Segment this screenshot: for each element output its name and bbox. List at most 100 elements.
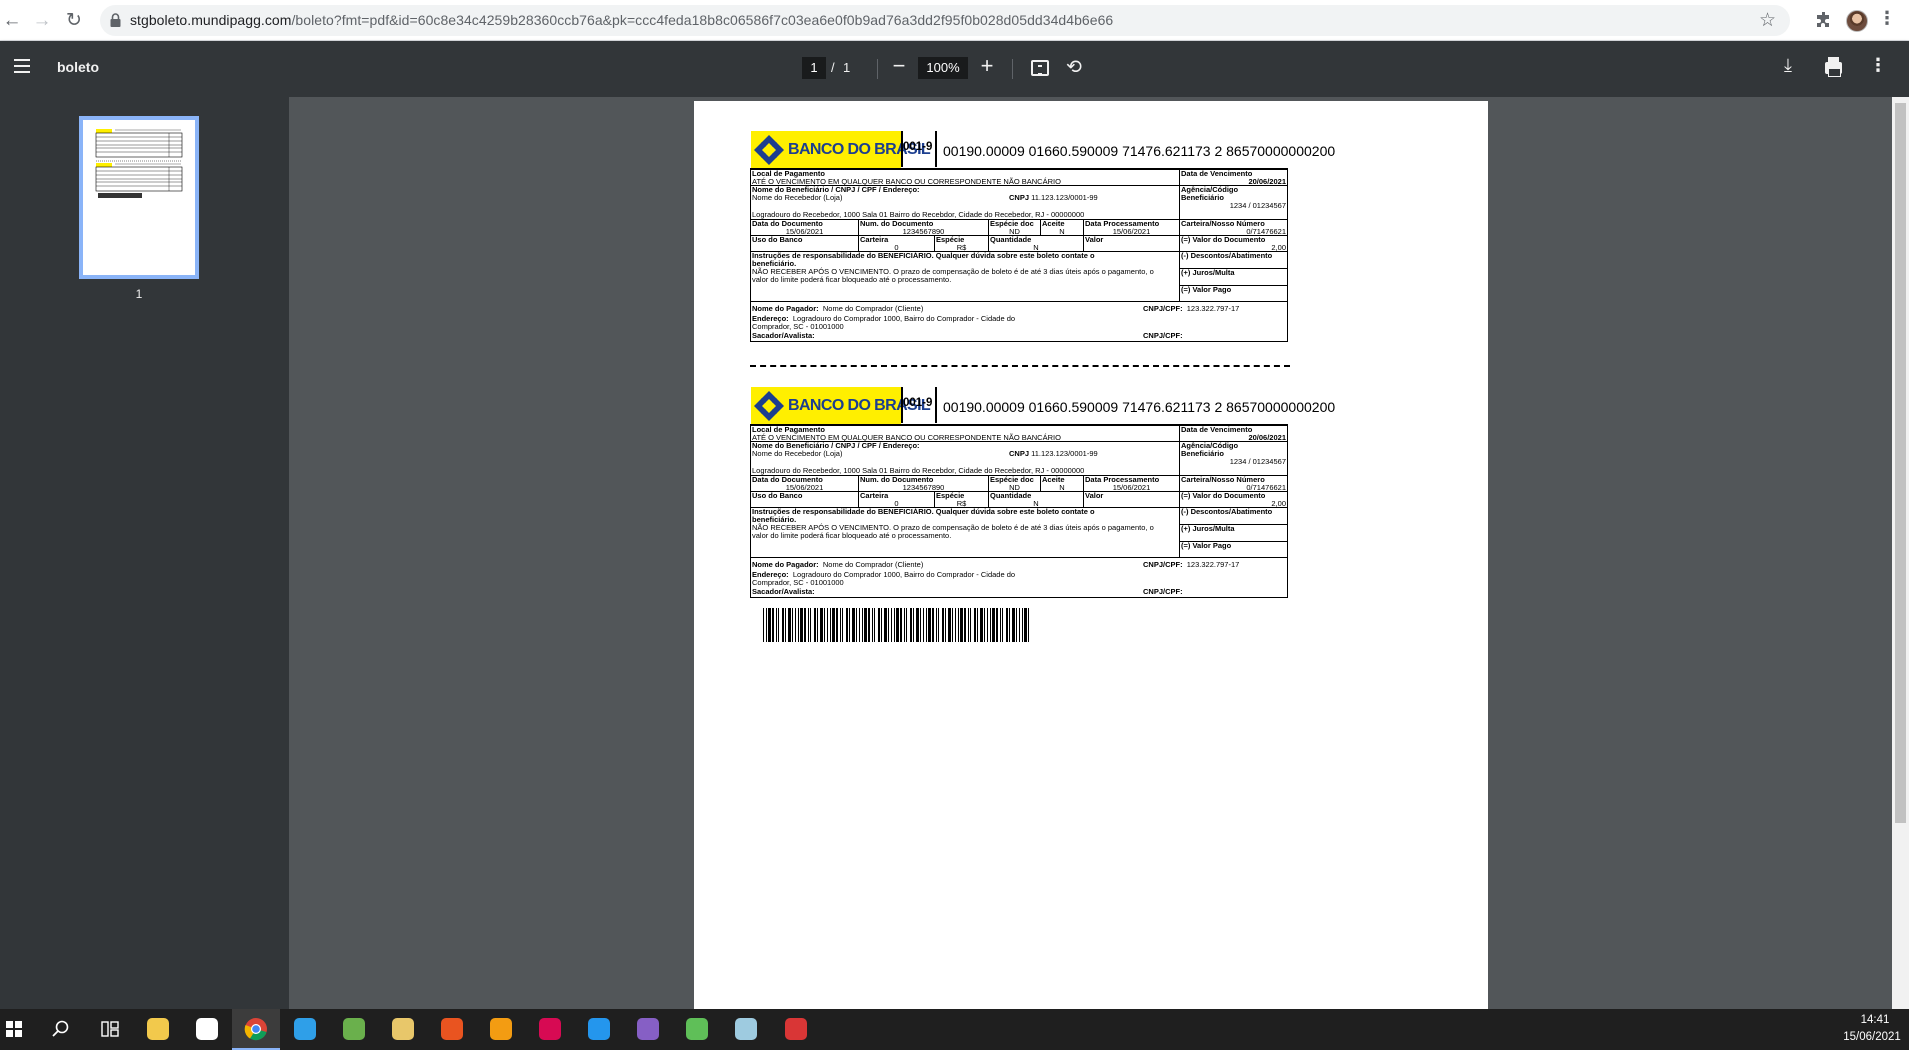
clock-time[interactable]: 14:41 bbox=[1849, 1014, 1901, 1026]
app-red-icon[interactable] bbox=[772, 1009, 820, 1050]
data-processamento-cell: Data Processamento 15/06/2021 bbox=[1084, 220, 1180, 236]
aceite-cell: Aceite N bbox=[1041, 220, 1084, 236]
zoom-out-button[interactable]: − bbox=[890, 53, 908, 79]
vencimento-cell: Data de Vencimento 20/06/2021 bbox=[1180, 170, 1287, 186]
page-count: 1 bbox=[843, 60, 851, 75]
valor-pago-cell: (=) Valor Pago bbox=[1180, 286, 1287, 302]
barcode-bar bbox=[1016, 608, 1017, 642]
file-explorer-icon[interactable] bbox=[134, 1009, 182, 1050]
download-icon[interactable]: ⤓ bbox=[1784, 55, 1792, 76]
local-pagamento-cell: Local de Pagamento ATÉ O VENCIMENTO EM QU… bbox=[751, 170, 1180, 186]
num-documento-cell: Num. do Documento 1234567890 bbox=[859, 220, 989, 236]
zoom-in-button[interactable]: + bbox=[978, 53, 996, 79]
star-icon[interactable]: ☆ bbox=[1759, 9, 1776, 32]
app-globe-icon[interactable] bbox=[330, 1009, 378, 1050]
especie-cell: Espécie R$ bbox=[935, 236, 989, 252]
barcode-bar bbox=[798, 608, 799, 642]
lock-icon bbox=[110, 13, 121, 27]
scrollbar[interactable] bbox=[1892, 97, 1909, 1009]
extensions-icon[interactable] bbox=[1814, 10, 1834, 30]
quantidade-cell: Quantidade N bbox=[989, 236, 1084, 252]
page-thumbnail[interactable] bbox=[79, 116, 199, 279]
barcode-bar bbox=[896, 608, 899, 642]
barcode-bar bbox=[881, 608, 882, 642]
debian-icon[interactable] bbox=[526, 1009, 574, 1050]
barcode-bar bbox=[955, 608, 956, 642]
menu-icon[interactable]: ⋮ bbox=[1878, 8, 1896, 29]
barcode-bar bbox=[1022, 608, 1023, 642]
barcode-bar bbox=[817, 608, 818, 642]
windows-taskbar: 14:41 15/06/2021 bbox=[0, 1009, 1909, 1050]
num-documento-cell: Num. do Documento 1234567890 bbox=[859, 476, 989, 492]
app-green-icon[interactable] bbox=[673, 1009, 721, 1050]
thumbnail-preview bbox=[95, 129, 183, 198]
barcode-bar bbox=[842, 608, 843, 642]
scrollbar-thumb[interactable] bbox=[1895, 103, 1906, 823]
fit-to-page-icon[interactable] bbox=[1031, 60, 1049, 76]
git-icon[interactable] bbox=[379, 1009, 427, 1050]
ubuntu-icon[interactable] bbox=[428, 1009, 476, 1050]
clock-date[interactable]: 15/06/2021 bbox=[1839, 1031, 1905, 1043]
toolbar-divider bbox=[877, 59, 878, 79]
hamburger-menu-icon[interactable] bbox=[14, 59, 30, 73]
reload-icon[interactable]: ↻ bbox=[62, 9, 86, 33]
rotate-icon[interactable]: ⟲ bbox=[1066, 56, 1082, 79]
sacador-cnpj-label: CNPJ/CPF: bbox=[1143, 587, 1183, 596]
forward-arrow-icon[interactable]: → bbox=[30, 9, 54, 33]
app-orange-icon[interactable] bbox=[477, 1009, 525, 1050]
valor-cell: Valor bbox=[1084, 492, 1180, 508]
docker-icon[interactable] bbox=[575, 1009, 623, 1050]
endereco-row-2: Comprador, SC - 01001000 bbox=[752, 322, 844, 331]
app-notes-icon[interactable] bbox=[722, 1009, 770, 1050]
barcode-bar bbox=[891, 608, 892, 642]
store-icon[interactable] bbox=[183, 1009, 231, 1050]
barcode-bar bbox=[840, 608, 841, 642]
aceite-cell: Aceite N bbox=[1041, 476, 1084, 492]
digitable-line: 00190.00009 01660.590009 71476.621173 2 … bbox=[943, 143, 1336, 159]
barcode-bar bbox=[859, 608, 860, 642]
more-options-icon[interactable]: ⋮ bbox=[1869, 55, 1887, 76]
bank-logo-icon bbox=[754, 391, 784, 421]
pagador-row: Nome do Pagador: Nome do Comprador (Clie… bbox=[752, 560, 924, 569]
barcode-bar bbox=[788, 608, 791, 642]
barcode-bar bbox=[1028, 608, 1029, 642]
barcode-bar bbox=[977, 608, 978, 642]
task-view-icon[interactable] bbox=[86, 1009, 134, 1050]
visual-studio-icon[interactable] bbox=[624, 1009, 672, 1050]
barcode-bar bbox=[960, 608, 963, 642]
barcode-bar bbox=[830, 608, 831, 642]
address-bar[interactable]: stgboleto.mundipagg.com/boleto?fmt=pdf&i… bbox=[100, 5, 1790, 36]
page-separator: / bbox=[831, 60, 835, 75]
print-icon[interactable] bbox=[1825, 57, 1842, 77]
barcode-bar bbox=[990, 608, 991, 642]
valor-pago-cell: (=) Valor Pago bbox=[1180, 542, 1287, 558]
barcode-bar bbox=[913, 608, 914, 642]
zoom-input[interactable]: 100% bbox=[918, 57, 968, 79]
barcode-bar bbox=[776, 608, 777, 642]
page-number-input[interactable]: 1 bbox=[802, 57, 826, 79]
barcode-bar bbox=[782, 608, 784, 642]
bank-code: 001-9 bbox=[903, 141, 933, 153]
back-arrow-icon[interactable]: ← bbox=[0, 9, 24, 33]
barcode-bar bbox=[849, 608, 850, 642]
search-icon[interactable] bbox=[38, 1009, 86, 1050]
barcode-bar bbox=[900, 608, 902, 642]
chrome-icon[interactable] bbox=[232, 1009, 280, 1050]
valor-documento-cell: (=) Valor do Documento 2,00 bbox=[1180, 492, 1287, 508]
barcode bbox=[763, 608, 1029, 642]
barcode-bar bbox=[856, 608, 857, 642]
vencimento-cell: Data de Vencimento 20/06/2021 bbox=[1180, 426, 1287, 442]
avatar[interactable] bbox=[1846, 10, 1868, 32]
barcode-bar bbox=[810, 608, 811, 642]
document-title: boleto bbox=[57, 59, 99, 75]
instrucoes-cell: Instruções de responsabilidade do BENEFI… bbox=[751, 508, 1180, 558]
vscode-icon[interactable] bbox=[281, 1009, 329, 1050]
carteira-cell: Carteira 0 bbox=[859, 492, 935, 508]
divider bbox=[935, 131, 937, 167]
barcode-bar bbox=[824, 608, 825, 642]
bank-code: 001-9 bbox=[903, 397, 933, 409]
barcode-bar bbox=[766, 608, 767, 642]
instrucoes-cell: Instruções de responsabilidade do BENEFI… bbox=[751, 252, 1180, 302]
barcode-bar bbox=[888, 608, 889, 642]
barcode-bar bbox=[1019, 608, 1020, 642]
